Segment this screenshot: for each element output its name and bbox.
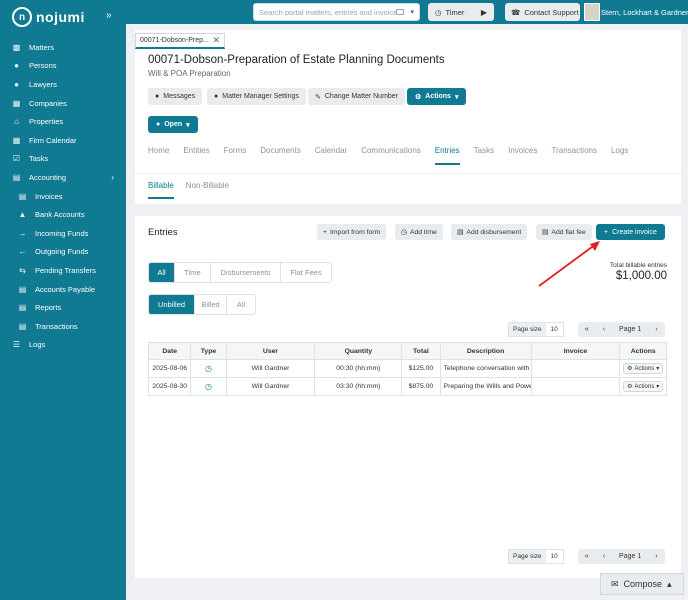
annotation-arrow xyxy=(538,241,600,287)
annotation-arrow-head xyxy=(590,241,600,251)
annotation-arrow-line xyxy=(538,243,597,287)
